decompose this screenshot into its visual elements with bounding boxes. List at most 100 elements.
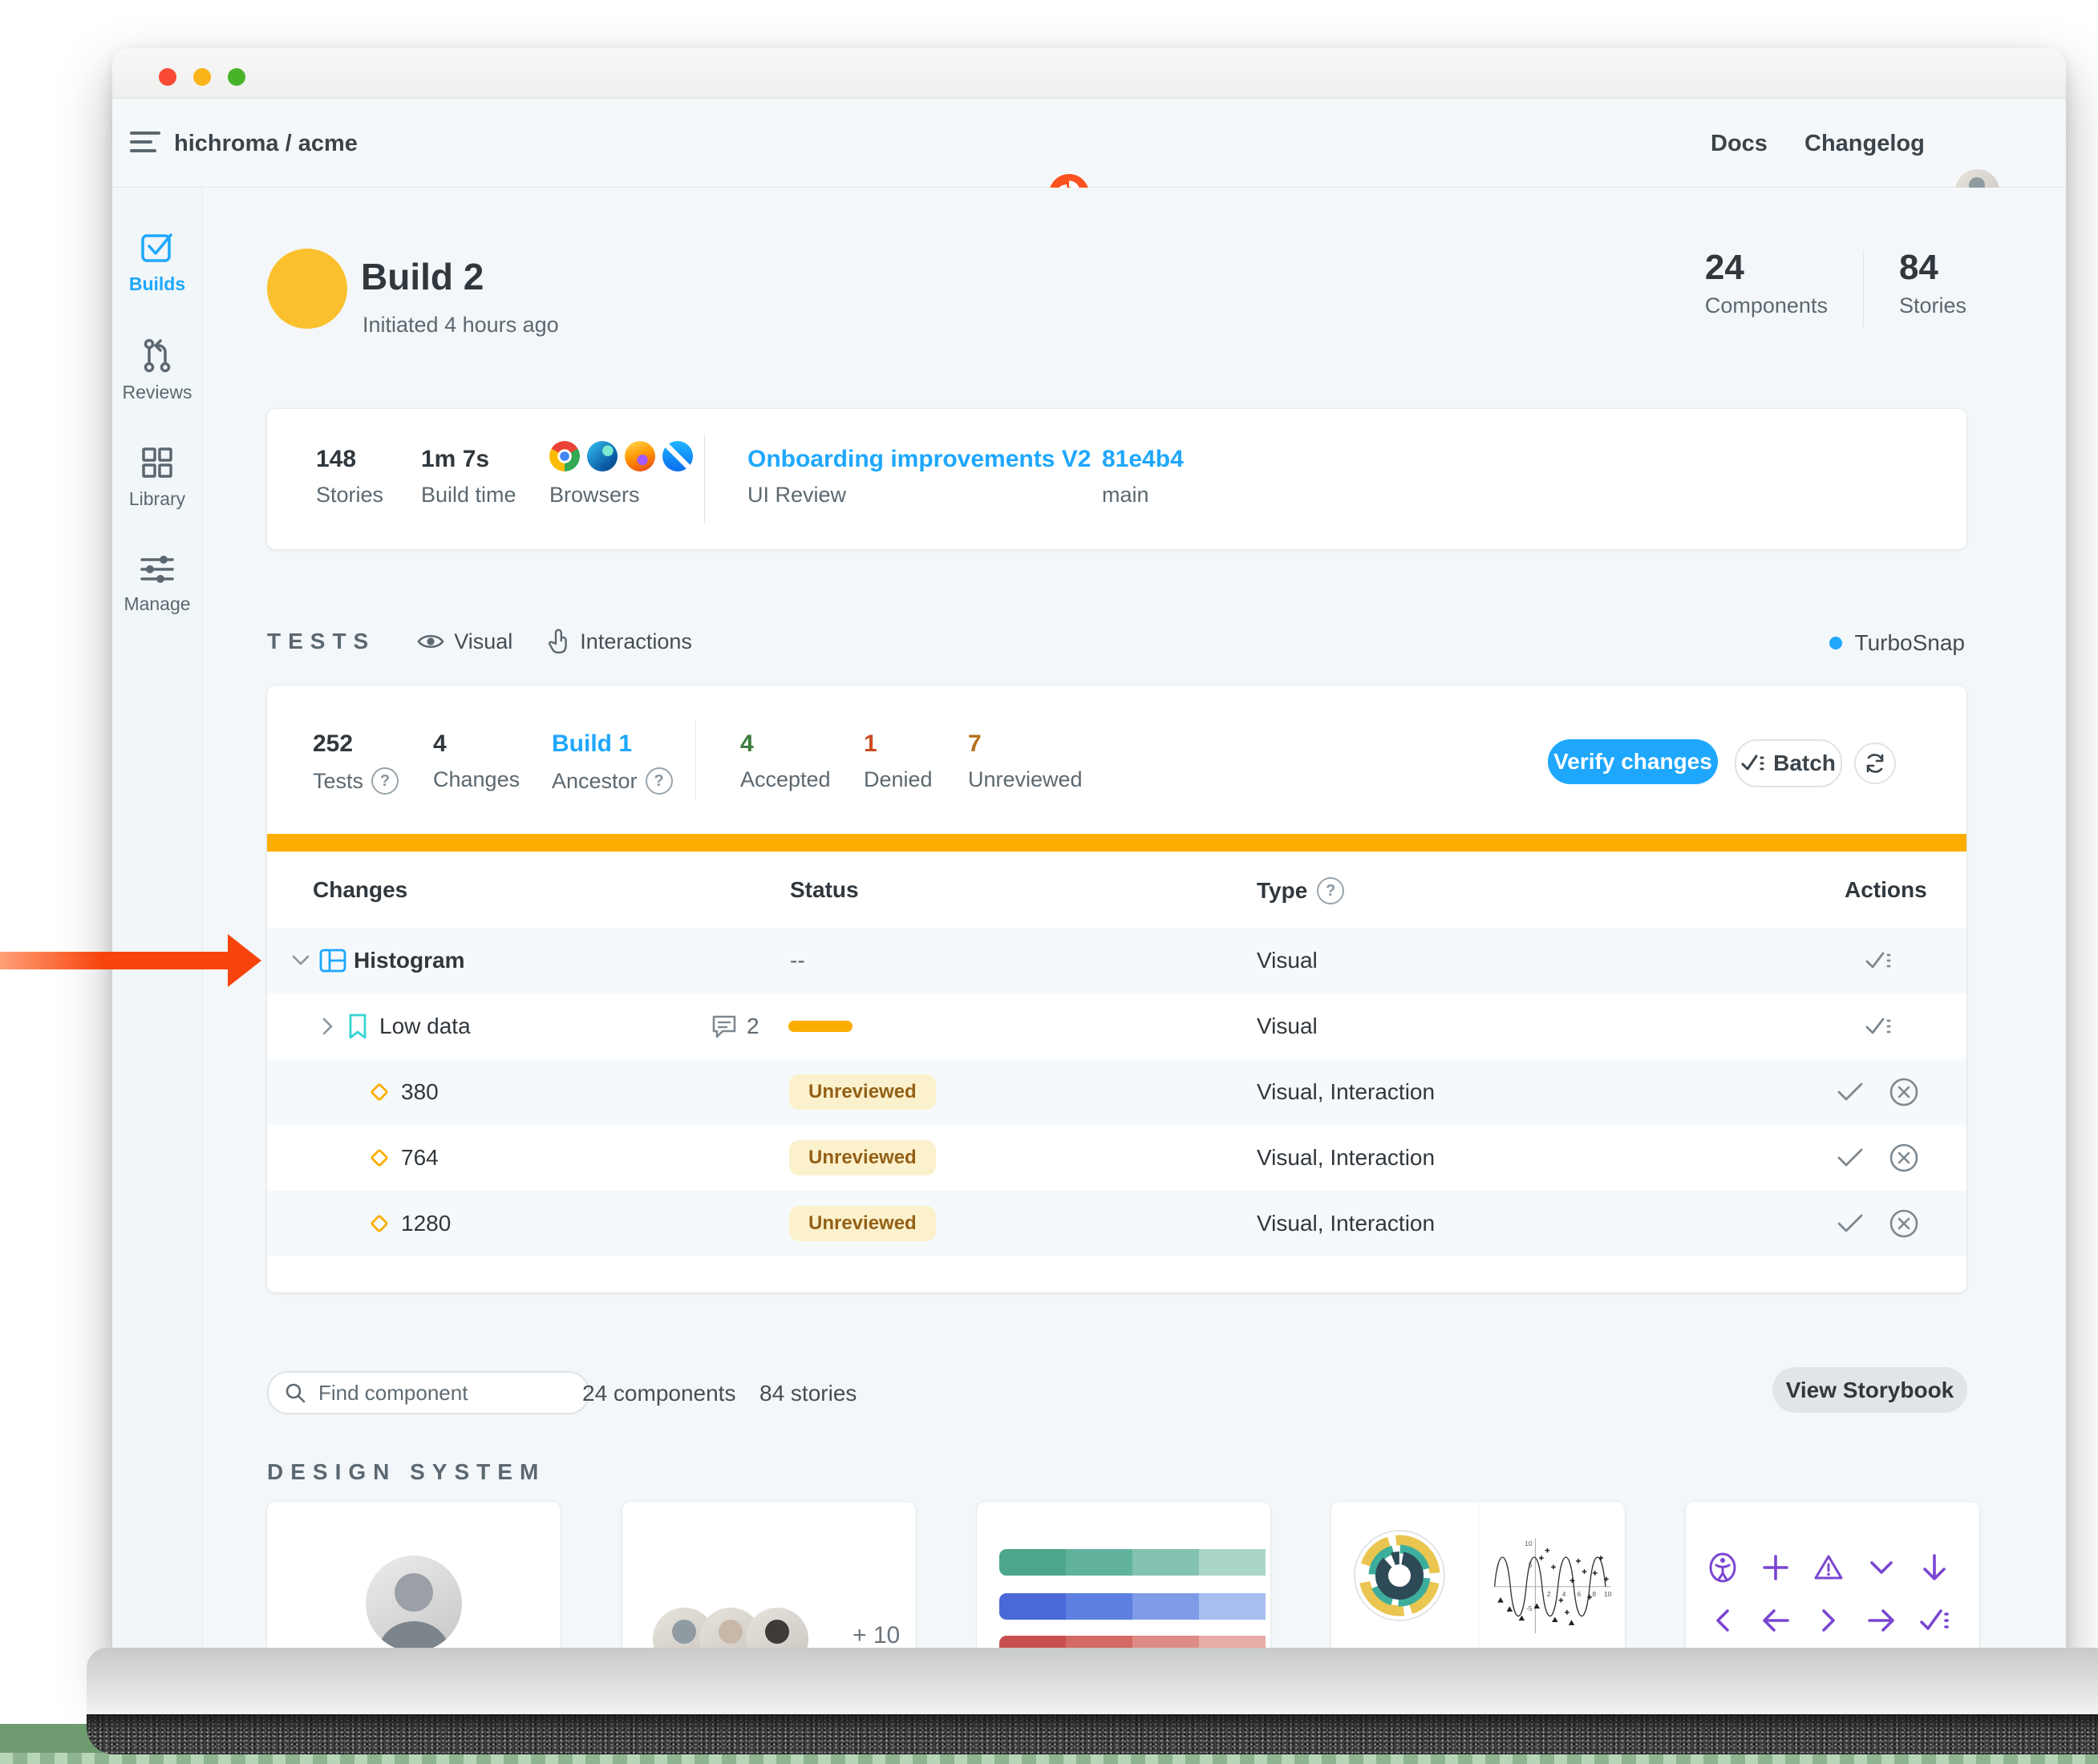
verify-changes-button[interactable]: Verify changes [1548, 739, 1718, 784]
table-row-viewport-764[interactable]: 764 Unreviewed Visual, Interaction [267, 1125, 1966, 1191]
summary-tests-stat: 252 Tests ? [313, 732, 399, 795]
tab-interactions[interactable]: Interactions [548, 628, 692, 655]
viewport-diamond-icon [367, 1080, 391, 1104]
branch-block: Onboarding improvements V2 UI Review [747, 447, 1091, 508]
row-type: Visual, Interaction [1257, 1145, 1435, 1171]
search-icon [285, 1382, 306, 1403]
chevron-right-icon [1812, 1604, 1845, 1637]
branch-subtitle: UI Review [747, 483, 1091, 508]
deny-action-icon[interactable] [1889, 1143, 1919, 1173]
browser-icons [549, 441, 693, 471]
sidebar-item-library[interactable]: Library [112, 445, 202, 510]
pointer-hand-icon [548, 628, 570, 655]
reviews-compare-icon [139, 337, 176, 374]
ancestor-build-link[interactable]: Build 1 [552, 732, 673, 756]
donut-chart-preview [1351, 1527, 1448, 1624]
safari-browser-icon [662, 441, 693, 471]
summary-unreviewed-stat: 7 Unreviewed [968, 732, 1083, 792]
summary-denied-label: Denied [864, 767, 933, 792]
sidebar-item-builds[interactable]: Builds [112, 229, 202, 295]
swatch [1132, 1593, 1199, 1620]
svg-text:-5: -5 [1526, 1604, 1533, 1612]
collapse-chevron-icon[interactable] [291, 954, 310, 967]
svg-text:4: 4 [1562, 1590, 1566, 1598]
tab-visual-label: Visual [454, 629, 512, 654]
traffic-light-minimize-button[interactable] [193, 68, 211, 86]
table-row-viewport-1280[interactable]: 1280 Unreviewed Visual, Interaction [267, 1191, 1966, 1256]
summary-accepted-value: 4 [740, 732, 831, 756]
stories-label: Stories [1899, 293, 1966, 318]
table-row-histogram[interactable]: Histogram -- Visual [267, 928, 1966, 993]
hamburger-menu-button[interactable] [130, 129, 162, 156]
help-icon[interactable]: ? [1317, 877, 1344, 904]
summary-changes-stat: 4 Changes [433, 732, 520, 792]
summary-unreviewed-value: 7 [968, 732, 1083, 756]
summary-tests-label: Tests [313, 769, 363, 794]
changelog-link[interactable]: Changelog [1804, 131, 1925, 157]
turbosnap-label: TurboSnap [1855, 630, 1966, 656]
divider [1863, 250, 1864, 327]
docs-link[interactable]: Docs [1711, 131, 1768, 157]
accept-action-icon[interactable] [1837, 1082, 1864, 1102]
svg-text:6: 6 [1578, 1590, 1582, 1598]
row-type: Visual, Interaction [1257, 1079, 1435, 1105]
components-label: Components [1705, 293, 1828, 318]
stories-count: 84 [1899, 250, 1966, 285]
refresh-button[interactable] [1854, 742, 1896, 784]
expand-chevron-icon[interactable] [322, 1017, 334, 1036]
swatch [1132, 1549, 1199, 1576]
row-name: Histogram [354, 948, 464, 973]
row-name: 764 [401, 1145, 439, 1171]
swatch [1066, 1549, 1132, 1576]
batch-button-label: Batch [1773, 751, 1836, 776]
comments-indicator[interactable]: 2 [711, 1013, 759, 1039]
refresh-icon [1864, 752, 1886, 775]
turbosnap-indicator[interactable]: TurboSnap [1829, 630, 1966, 656]
viewport-diamond-icon [367, 1146, 391, 1170]
batch-button[interactable]: Batch [1735, 739, 1842, 787]
tab-visual[interactable]: Visual [417, 629, 512, 654]
find-component-search[interactable] [267, 1371, 589, 1414]
components-count-text: 24 components [582, 1381, 735, 1406]
edge-browser-icon [587, 441, 618, 471]
column-header-status: Status [790, 877, 859, 903]
avatar-preview [366, 1556, 462, 1652]
arrow-down-icon [1918, 1552, 1950, 1584]
find-component-input[interactable] [317, 1380, 529, 1406]
build-title: Build 2 [361, 255, 484, 298]
table-header-row: Changes Status Type ? Actions [267, 852, 1966, 928]
column-header-changes: Changes [313, 877, 407, 903]
accept-action-icon[interactable] [1837, 1147, 1864, 1168]
accept-action-icon[interactable] [1837, 1213, 1864, 1234]
chrome-browser-icon [549, 441, 580, 471]
library-grid-icon [140, 445, 175, 480]
annotation-arrow-head [228, 934, 261, 987]
builds-checkbox-icon [139, 229, 176, 265]
tests-heading: TESTS [267, 629, 375, 654]
commit-link[interactable]: 81e4b4 [1102, 447, 1184, 471]
help-icon[interactable]: ? [371, 767, 399, 795]
avatars-overflow-count: + 10 [853, 1622, 900, 1649]
swatch [1199, 1549, 1266, 1576]
help-icon[interactable]: ? [646, 767, 673, 795]
account-breadcrumb[interactable]: hichroma / acme [174, 131, 358, 157]
divider [695, 721, 696, 801]
deny-action-icon[interactable] [1889, 1208, 1919, 1239]
palette-row-blue [999, 1593, 1266, 1620]
table-row-viewport-380[interactable]: 380 Unreviewed Visual, Interaction [267, 1059, 1966, 1125]
traffic-light-zoom-button[interactable] [228, 68, 245, 86]
batch-accept-action-icon[interactable] [1865, 1015, 1892, 1038]
batch-accept-action-icon[interactable] [1865, 949, 1892, 972]
swatch [1199, 1593, 1266, 1620]
deny-action-icon[interactable] [1889, 1077, 1919, 1107]
svg-text:10: 10 [1525, 1539, 1533, 1548]
sidebar-item-reviews[interactable]: Reviews [112, 337, 202, 403]
summary-tests-value: 252 [313, 732, 399, 756]
table-row-low-data[interactable]: Low data 2 Visual [267, 993, 1966, 1059]
branch-link[interactable]: Onboarding improvements V2 [747, 447, 1091, 471]
traffic-light-close-button[interactable] [159, 68, 176, 86]
view-storybook-button[interactable]: View Storybook [1772, 1367, 1967, 1413]
chevron-down-icon [1865, 1552, 1898, 1584]
sidebar-item-manage[interactable]: Manage [112, 553, 202, 615]
manage-sliders-icon [139, 553, 176, 585]
